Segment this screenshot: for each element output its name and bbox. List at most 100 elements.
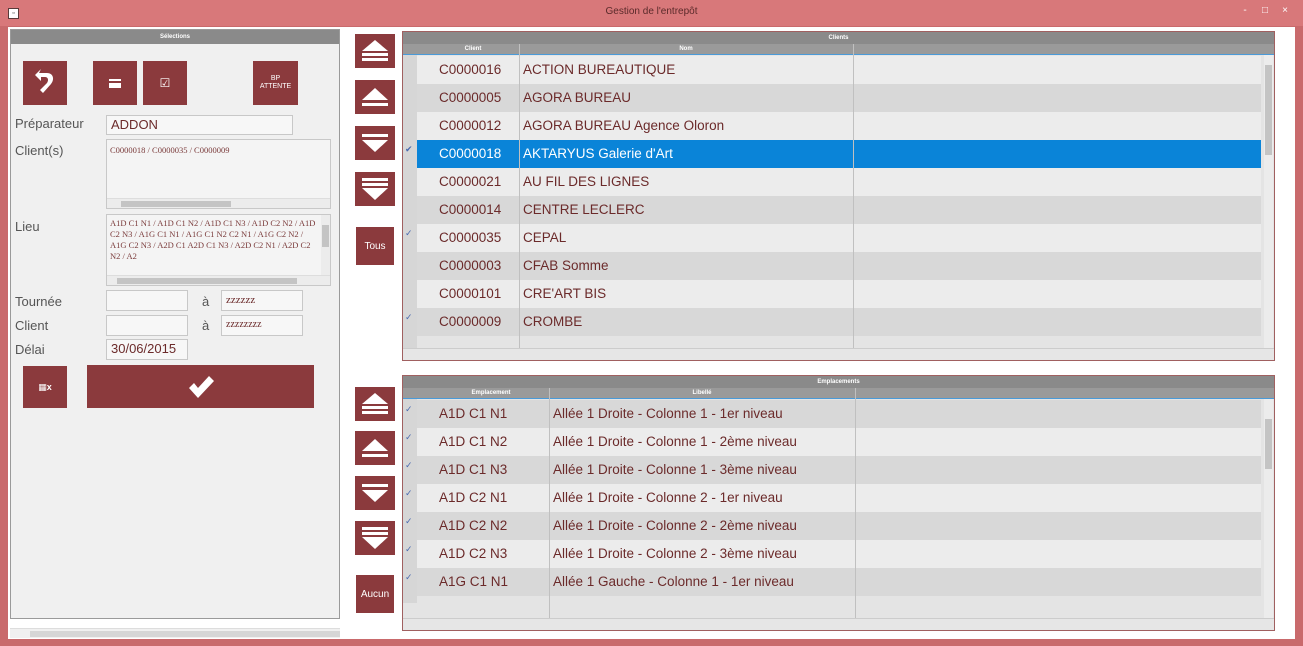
tournee-from-field[interactable] [106,290,188,311]
row-check-icon[interactable]: ✓ [405,312,413,323]
arrow-down-double-icon [362,527,388,549]
clients-grid-title: Clients [403,32,1274,44]
emplacement-label-cell: Allée 1 Droite - Colonne 2 - 1er niveau [553,490,783,505]
col-emplacement-header[interactable]: Emplacement [433,388,549,399]
clients-grid-header: Client Nom [403,44,1274,55]
client-name-cell: AGORA BUREAU [523,90,632,105]
window-title: Gestion de l'entrepôt [605,6,698,17]
row-check-icon[interactable]: ✔ [405,144,413,155]
clients-memo-text: C0000018 / C0000035 / C0000009 [110,145,230,155]
bp-attente-button[interactable]: BP ATTENTE [253,61,298,105]
row-check-icon[interactable]: ✓ [405,432,413,443]
col-client-header[interactable]: Client [433,44,513,55]
move-top-button[interactable] [355,34,395,68]
lieu-memo[interactable]: A1D C1 N1 / A1D C1 N2 / A1D C1 N3 / A1D … [106,214,331,286]
row-check-icon[interactable]: ✓ [405,460,413,471]
row-check-icon[interactable]: ✓ [405,404,413,415]
main-window: ▫ Gestion de l'entrepôt - □ × Sélections… [0,0,1303,646]
title-bar: ▫ Gestion de l'entrepôt - □ × [0,0,1303,26]
clients-memo[interactable]: C0000018 / C0000035 / C0000009 [106,139,331,209]
arrow-up-icon [362,88,388,106]
maximize-button[interactable]: □ [1256,5,1274,16]
excel-export-button[interactable]: ▦x [23,366,67,408]
col-libelle-header[interactable]: Libellé [549,388,855,399]
clients-vscroll[interactable] [1264,55,1273,351]
client-code-cell: C0000014 [439,202,502,217]
emp-move-up-button[interactable] [355,431,395,465]
emplacement-code-cell: A1D C1 N2 [439,434,508,449]
emplacement-label-cell: Allée 1 Droite - Colonne 2 - 3ème niveau [553,546,797,561]
emplacement-row[interactable]: ✓ A1G C1 N1 Allée 1 Gauche - Colonne 1 - 1… [405,568,1261,596]
client-name-cell: AKTARYUS Galerie d'Art [523,146,673,161]
back-button[interactable] [23,61,67,105]
client-row[interactable]: C0000101 CRE'ART BIS [417,280,1261,308]
emp-move-top-button[interactable] [355,387,395,421]
row-check-icon[interactable]: ✓ [405,228,413,239]
validate-button[interactable] [87,365,314,408]
emp-move-bottom-button[interactable] [355,521,395,555]
lieu-hscroll[interactable] [107,275,330,285]
emplacement-row[interactable]: ✓ A1D C2 N3 Allée 1 Droite - Colonne 2 - 3… [405,540,1261,568]
client-code-cell: C0000018 [439,146,502,161]
preparateur-field[interactable]: ADDON [106,115,293,135]
client-row[interactable]: C0000005 AGORA BUREAU [417,84,1261,112]
lieu-label: Lieu [15,219,40,234]
client-to-field[interactable]: zzzzzzzz [221,315,303,336]
checkmark-icon [188,375,214,398]
select-all-button[interactable]: Tous [356,227,394,265]
client-row[interactable]: C0000003 CFAB Somme [417,252,1261,280]
emplacement-label-cell: Allée 1 Droite - Colonne 1 - 1er niveau [553,406,783,421]
client-row[interactable]: ✓ C0000035 CEPAL [405,224,1261,252]
col-nom-header[interactable]: Nom [519,44,853,55]
emplacement-label-cell: Allée 1 Droite - Colonne 1 - 2ème niveau [553,434,797,449]
clients-label: Client(s) [15,143,64,158]
emplacement-label-cell: Allée 1 Droite - Colonne 1 - 3ème niveau [553,462,797,477]
emplacements-hscroll[interactable] [403,618,1274,630]
row-check-icon[interactable]: ✓ [405,516,413,527]
attente-label: ATTENTE [259,83,292,90]
client-code-cell: C0000101 [439,286,502,301]
emplacement-row[interactable]: ✓ A1D C2 N2 Allée 1 Droite - Colonne 2 - 2… [405,512,1261,540]
emplacement-code-cell: A1D C1 N3 [439,462,508,477]
row-check-icon[interactable]: ✓ [405,544,413,555]
arrow-down-icon [362,484,388,502]
move-down-button[interactable] [355,126,395,160]
client-name-cell: CEPAL [523,230,567,245]
card-button[interactable] [93,61,137,105]
col-separator [549,388,550,618]
emplacement-row[interactable]: ✓ A1D C2 N1 Allée 1 Droite - Colonne 2 - 1… [405,484,1261,512]
check-button[interactable]: ☑ [143,61,187,105]
tournee-a-label: à [202,294,210,309]
row-check-icon[interactable]: ✓ [405,572,413,583]
minimize-button[interactable]: - [1236,5,1254,16]
left-hscroll[interactable] [10,628,340,638]
delai-field[interactable]: 30/06/2015 [106,339,188,360]
card-icon [109,78,121,88]
client-row[interactable]: ✓ C0000009 CROMBE [405,308,1261,336]
select-none-button[interactable]: Aucun [356,575,394,613]
client-code-cell: C0000035 [439,230,502,245]
client-row[interactable]: C0000014 CENTRE LECLERC [417,196,1261,224]
clients-hscroll[interactable] [403,348,1274,360]
emp-move-down-button[interactable] [355,476,395,510]
checkbox-icon: ☑ [159,76,171,90]
arrow-down-double-icon [362,178,388,200]
emplacement-row[interactable]: ✓ A1D C1 N3 Allée 1 Droite - Colonne 1 - 3… [405,456,1261,484]
row-check-icon[interactable]: ✓ [405,488,413,499]
move-bottom-button[interactable] [355,172,395,206]
lieu-vscroll[interactable] [321,215,330,275]
clients-row-header [403,55,417,349]
clients-grid: Clients Client Nom C0000016 ACTION BUREAU… [402,31,1275,361]
client-row[interactable]: ✔ C0000018 AKTARYUS Galerie d'Art [405,140,1261,168]
emplacements-vscroll[interactable] [1264,399,1273,619]
client-row[interactable]: C0000016 ACTION BUREAUTIQUE [417,56,1261,84]
move-up-button[interactable] [355,80,395,114]
client-from-field[interactable] [106,315,188,336]
emplacement-row[interactable]: ✓ A1D C1 N1 Allée 1 Droite - Colonne 1 - 1… [405,400,1261,428]
close-button[interactable]: × [1276,5,1294,16]
client-row[interactable]: C0000021 AU FIL DES LIGNES [417,168,1261,196]
clients-hscroll[interactable] [107,198,330,208]
client-row[interactable]: C0000012 AGORA BUREAU Agence Oloron [417,112,1261,140]
emplacement-row[interactable]: ✓ A1D C1 N2 Allée 1 Droite - Colonne 1 - 2… [405,428,1261,456]
tournee-to-field[interactable]: zzzzzz [221,290,303,311]
